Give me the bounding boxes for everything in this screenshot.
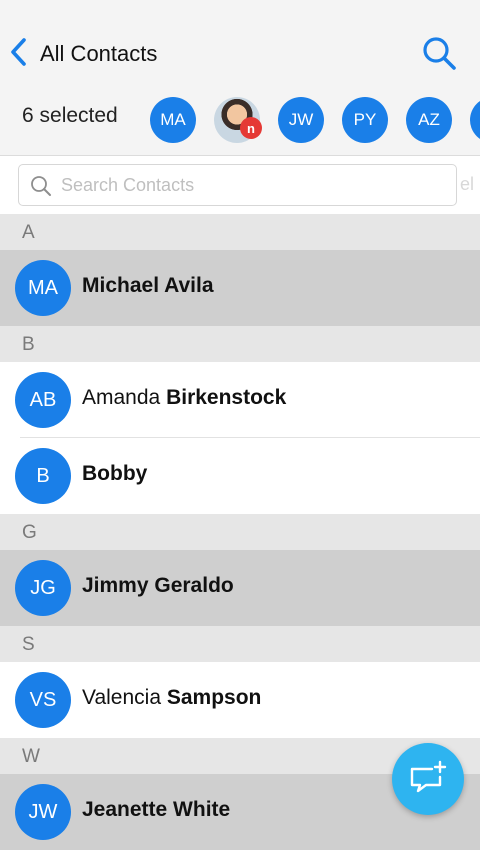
avatar-initials: AB	[29, 388, 57, 411]
chip-initials: MA	[160, 110, 186, 129]
section-letter: S	[22, 634, 35, 655]
chip-initials: PY	[353, 110, 377, 129]
contact-row-bobby[interactable]: B Bobby	[0, 438, 480, 514]
section-letter: B	[22, 334, 35, 355]
contact-row-valencia-sampson[interactable]: VS Valencia Sampson	[0, 662, 480, 738]
selected-chip-ma[interactable]: MA	[150, 97, 196, 143]
section-header-a: A	[0, 214, 480, 250]
avatar: MA	[15, 260, 71, 316]
contact-name: Jeanette White	[82, 798, 230, 822]
contact-name: Bobby	[82, 462, 147, 486]
last-name: Jimmy Geraldo	[82, 574, 234, 597]
contact-name: Michael Avila	[82, 274, 214, 298]
contact-row-jimmy-geraldo[interactable]: JG Jimmy Geraldo	[0, 550, 480, 626]
search-area: el	[0, 156, 480, 214]
avatar-initials: JG	[30, 576, 56, 599]
search-button[interactable]	[420, 34, 460, 74]
last-name: Sampson	[166, 686, 262, 709]
chip-badge: n	[240, 117, 262, 139]
back-button[interactable]: All Contacts	[8, 34, 157, 74]
first-name: Amanda	[82, 386, 167, 409]
search-input[interactable]	[61, 170, 441, 200]
last-name: Jeanette White	[82, 798, 231, 821]
contact-name: Jimmy Geraldo	[82, 574, 234, 598]
selected-count: 6 selected	[22, 104, 118, 127]
chip-initials: AZ	[418, 110, 440, 129]
avatar-initials: B	[36, 464, 50, 487]
avatar: JW	[15, 784, 71, 840]
magnifier-icon	[420, 37, 460, 78]
avatar: VS	[15, 672, 71, 728]
chip-initials: JW	[288, 110, 314, 129]
section-header-b: B	[0, 326, 480, 362]
avatar: AB	[15, 372, 71, 428]
selected-chip-photo[interactable]: n	[214, 97, 262, 143]
avatar-initials: MA	[28, 276, 58, 299]
new-message-button[interactable]	[392, 743, 464, 815]
selected-chip-py[interactable]: PY	[342, 97, 388, 143]
new-message-icon	[408, 759, 448, 800]
cancel-button[interactable]: el	[460, 174, 474, 195]
last-name: Bobby	[82, 462, 148, 485]
chevron-left-icon	[8, 37, 30, 72]
back-label: All Contacts	[40, 41, 158, 66]
avatar-initials: VS	[29, 688, 57, 711]
section-header-g: G	[0, 514, 480, 550]
last-name: Michael Avila	[82, 274, 214, 297]
section-header-s: S	[0, 626, 480, 662]
selected-chip-az[interactable]: AZ	[406, 97, 452, 143]
section-letter: G	[22, 522, 37, 543]
avatar: JG	[15, 560, 71, 616]
avatar-initials: JW	[28, 800, 58, 823]
last-name: Birkenstock	[166, 386, 287, 409]
selected-chip-j[interactable]: J	[470, 97, 480, 143]
first-name: Valencia	[82, 686, 167, 709]
contact-row-amanda-birkenstock[interactable]: AB Amanda Birkenstock	[0, 362, 480, 438]
selection-bar: 6 selected MA n JW PY AZ J	[0, 82, 480, 156]
avatar: B	[15, 448, 71, 504]
section-letter: A	[22, 222, 35, 243]
contact-name: Valencia Sampson	[82, 686, 261, 710]
section-letter: W	[22, 746, 40, 767]
search-field[interactable]	[18, 164, 457, 206]
contact-row-michael-avila[interactable]: MA Michael Avila	[0, 250, 480, 326]
contact-name: Amanda Birkenstock	[82, 386, 286, 410]
selected-chip-jw[interactable]: JW	[278, 97, 324, 143]
nav-header: All Contacts	[0, 0, 480, 82]
